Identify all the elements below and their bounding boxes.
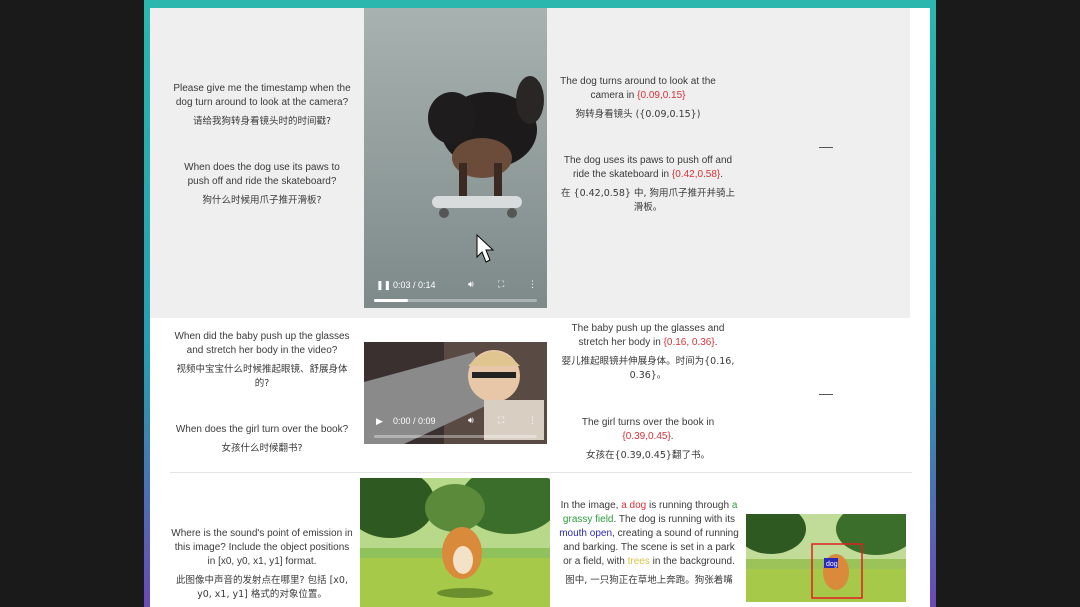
empty-cell-dash: [819, 147, 833, 148]
volume-icon[interactable]: 🔊︎: [468, 415, 474, 426]
video-controls-2: ▶ 0:00 / 0:09 🔊︎ ⛶ ⋮: [364, 410, 547, 444]
question-5-zh: 此图像中声音的发射点在哪里? 包括 [x0, y0, x1, y1] 格式的对象…: [176, 575, 348, 600]
answer-4: The girl turns over the book in {0.39,0.…: [560, 416, 736, 463]
more-options-icon[interactable]: ⋮: [528, 415, 537, 426]
question-2-zh: 狗什么时候用爪子推开滑板?: [202, 195, 322, 206]
question-4: When does the girl turn over the book? 女…: [170, 423, 354, 456]
question-3-zh: 视频中宝宝什么时候推起眼镜、舒展身体的?: [176, 364, 348, 389]
answer-2-zh: 在 {0.42,0.58} 中, 狗用爪子推开并骑上滑板。: [561, 188, 735, 213]
answer-4-zh: 女孩在{0.39,0.45}翻了书。: [586, 450, 710, 461]
question-4-en: When does the girl turn over the book?: [175, 424, 349, 435]
dog-skateboard-frame: [364, 8, 547, 308]
content-panel: Please give me the timestamp when the do…: [150, 8, 930, 607]
answer-4-en: The girl turns over the book in {0.39,0.…: [560, 416, 736, 444]
answer-5-part-1: In the image,: [560, 500, 622, 511]
answer-1-en: The dog turns around to look at the came…: [560, 75, 716, 103]
answer-5-zh: 图中, 一只狗正在草地上奔跑。狗张着嘴: [565, 575, 733, 586]
box-label: dog: [826, 561, 838, 568]
question-5: Where is the sound's point of emission i…: [170, 527, 354, 602]
video-progress-bar-2[interactable]: [374, 435, 537, 438]
answer-1: The dog turns around to look at the came…: [560, 75, 716, 122]
question-1-en: Please give me the timestamp when the do…: [173, 83, 351, 108]
video-time-2: 0:00 / 0:09: [393, 416, 436, 426]
volume-icon[interactable]: 🔊︎: [468, 279, 474, 290]
answer-2-text-end: .: [720, 169, 724, 180]
answer-5-highlight-trees: trees: [627, 556, 650, 567]
answer-4-timestamp: {0.39,0.45}: [622, 431, 671, 442]
question-3: When did the baby push up the glasses an…: [170, 330, 354, 391]
answer-3-zh: 婴儿推起眼镜并伸展身体。时间为{0.16, 0.36}。: [561, 356, 735, 381]
answer-1-timestamp: {0.09,0.15}: [637, 90, 686, 101]
video-player-baby[interactable]: ▶ 0:00 / 0:09 🔊︎ ⛶ ⋮: [364, 342, 547, 444]
video-player-dog[interactable]: ❚❚ 0:03 / 0:14 🔊︎ ⛶ ⋮: [364, 8, 547, 308]
pause-icon[interactable]: ❚❚: [376, 280, 391, 291]
answer-5-part-5: in the background.: [649, 556, 735, 567]
video-progress-fill: [374, 299, 409, 302]
answer-2-timestamp: {0.42,0.58}: [671, 169, 721, 180]
empty-cell-dash-2: [819, 394, 833, 395]
answer-3-text-end: .: [714, 337, 718, 348]
video-time: 0:03 / 0:14: [393, 280, 436, 290]
answer-5-highlight-mouth: mouth open: [559, 528, 613, 539]
answer-5-part-2: is running through: [646, 500, 732, 511]
answer-3-en: The baby push up the glasses and stretch…: [560, 322, 736, 350]
dog-field-annotated-image: dog: [746, 514, 906, 602]
answer-5-highlight-dog: a dog: [621, 500, 647, 511]
answer-3-timestamp: {0.16, 0.36}: [663, 337, 715, 348]
answer-1-zh: 狗转身看镜头 ({0.09,0.15}): [575, 109, 701, 120]
answer-5: In the image, a dog is running through a…: [558, 499, 740, 588]
question-5-en: Where is the sound's point of emission i…: [171, 528, 353, 567]
answer-4-text-end: .: [670, 431, 674, 442]
dog-field-image: [360, 478, 550, 607]
question-4-zh: 女孩什么时候翻书?: [221, 443, 303, 454]
question-1-zh: 请给我狗转身看镜头时的时间戳?: [192, 116, 332, 127]
answer-5-part-3: . The dog is running with its: [613, 514, 736, 525]
more-options-icon[interactable]: ⋮: [528, 279, 537, 290]
answer-2: The dog uses its paws to push off and ri…: [560, 154, 736, 215]
question-2: When does the dog use its paws to push o…: [178, 161, 346, 208]
play-icon[interactable]: ▶: [376, 416, 383, 427]
question-2-en: When does the dog use its paws to push o…: [184, 162, 340, 187]
answer-4-text: The girl turns over the book in: [581, 417, 715, 428]
answer-2-en: The dog uses its paws to push off and ri…: [560, 154, 736, 182]
video-controls: ❚❚ 0:03 / 0:14 🔊︎ ⛶ ⋮: [364, 274, 547, 308]
fullscreen-icon[interactable]: ⛶: [498, 415, 504, 426]
question-1: Please give me the timestamp when the do…: [170, 82, 354, 129]
question-3-en: When did the baby push up the glasses an…: [174, 331, 350, 356]
answer-3: The baby push up the glasses and stretch…: [560, 322, 736, 383]
fullscreen-icon[interactable]: ⛶: [498, 279, 504, 290]
row-divider: [170, 472, 912, 473]
video-progress-bar[interactable]: [374, 299, 537, 302]
answer-5-en: In the image, a dog is running through a…: [558, 499, 740, 569]
